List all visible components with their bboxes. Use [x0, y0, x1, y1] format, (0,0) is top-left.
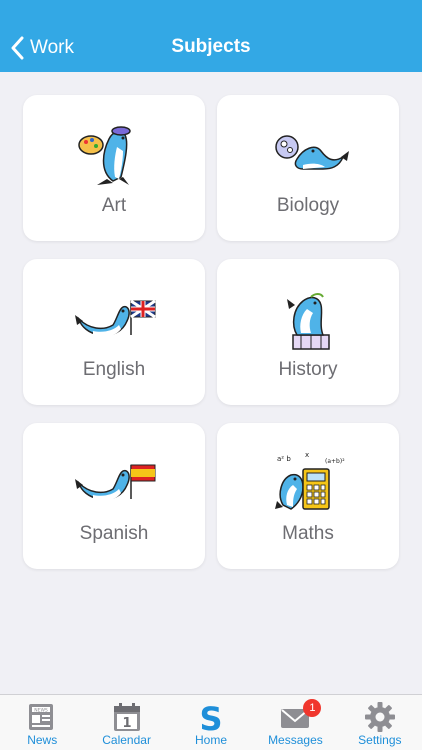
subject-card-maths[interactable]: a² b (a+b)² x Maths [217, 423, 399, 569]
home-logo-glyph: S [199, 701, 222, 733]
calendar-day: 1 [122, 716, 131, 731]
subject-card-history[interactable]: History [217, 259, 399, 405]
tab-news[interactable]: NEWS News [0, 695, 84, 750]
svg-text:a² b: a² b [277, 455, 291, 463]
subject-label: Spanish [79, 523, 149, 544]
subject-card-english[interactable]: English [23, 259, 205, 405]
tab-bar: NEWS News 1 Calendar S Home 1 Messages S… [0, 694, 422, 750]
gear-icon [364, 702, 395, 732]
tab-label: Messages [268, 733, 323, 747]
seal-uk-flag-icon [75, 299, 156, 337]
tab-settings[interactable]: Settings [338, 695, 422, 750]
tab-label: News [27, 733, 58, 747]
subject-label: English [82, 359, 146, 380]
tab-home[interactable]: S Home [169, 695, 253, 750]
newspaper-icon: NEWS [29, 704, 54, 730]
seal-statue-icon [287, 293, 330, 350]
tab-label: Settings [358, 733, 402, 747]
svg-text:x: x [305, 451, 309, 459]
page-title: Subjects [171, 36, 251, 57]
svg-text:(a+b)²: (a+b)² [325, 458, 345, 465]
seal-microscope-icon [275, 135, 349, 170]
seal-artist-icon [78, 126, 131, 185]
svg-text:NEWS: NEWS [34, 708, 48, 714]
subject-card-art[interactable]: Art [23, 95, 205, 241]
subject-label: Art [101, 195, 127, 216]
subject-card-spanish[interactable]: Spanish [23, 423, 205, 569]
subject-card-biology[interactable]: Biology [217, 95, 399, 241]
seal-calculator-icon: a² b (a+b)² x [275, 451, 345, 510]
unread-badge: 1 [303, 699, 322, 717]
navigation-bar: Work Subjects [0, 0, 422, 72]
tab-label: Calendar [102, 733, 151, 747]
tab-messages[interactable]: 1 Messages [253, 695, 337, 750]
subjects-grid: Art Biology English History Spanish a² b… [23, 95, 399, 569]
tab-label: Home [195, 733, 228, 747]
home-s-logo-icon: S [199, 701, 222, 733]
subject-label: Maths [282, 523, 334, 544]
tab-calendar[interactable]: 1 Calendar [84, 695, 168, 750]
subject-label: History [278, 359, 338, 380]
seal-spain-flag-icon [75, 464, 156, 501]
calendar-icon: 1 [113, 703, 140, 731]
subject-label: Biology [276, 195, 340, 216]
